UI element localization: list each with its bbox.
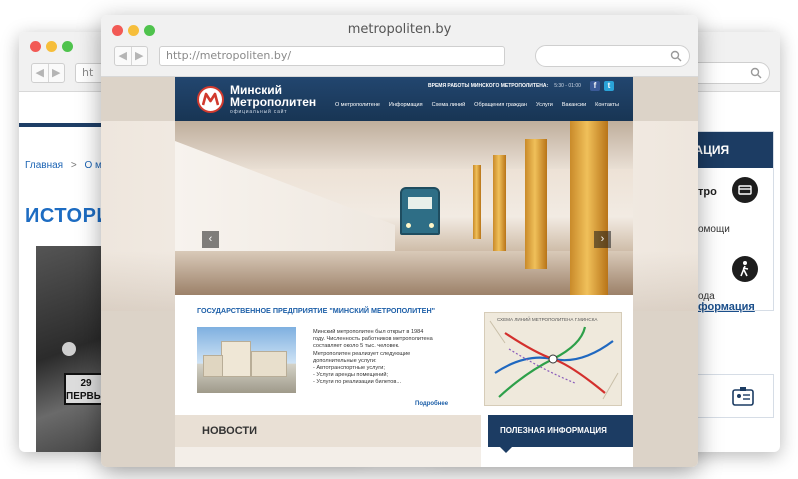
description-line: - Услуги по реализации билетов... xyxy=(313,379,402,386)
slider-next-button[interactable]: › xyxy=(594,231,611,248)
facebook-icon[interactable]: f xyxy=(590,81,600,91)
station-ceiling xyxy=(175,121,633,169)
description-line: - Услуги аренды помещений; xyxy=(313,372,389,379)
news-heading: НОВОСТИ xyxy=(202,425,258,437)
id-card-icon xyxy=(732,387,754,406)
site-header: Минский Метрополитен официальный сайт ВР… xyxy=(175,77,633,121)
metro-lines-map[interactable]: СХЕМА ЛИНИЙ МЕТРОПОЛИТЕНА Г.МИНСКА xyxy=(484,312,622,406)
nav-item-vacancies[interactable]: Вакансии xyxy=(562,102,586,108)
description-line: году. Численность работников метрополите… xyxy=(313,336,433,343)
heading-notch xyxy=(500,447,512,453)
metro-logo-icon[interactable] xyxy=(197,86,224,113)
front-browser-window: metropoliten.by ◀ ▶ http://metropoliten.… xyxy=(101,15,698,467)
metro-train xyxy=(400,187,440,235)
building-photo xyxy=(197,327,296,393)
news-strip xyxy=(175,447,481,467)
station-pillar xyxy=(570,121,608,295)
search-icon xyxy=(670,50,682,62)
info-text: тро xyxy=(698,186,717,198)
screenshot-stage: ◀ ▶ ht Главная > О мет ИСТОРИ 29 ПЕРВЫЙ xyxy=(0,0,798,479)
page-viewport: Минский Метрополитен официальный сайт ВР… xyxy=(101,77,698,467)
breadcrumb-separator: > xyxy=(70,160,77,171)
window-title: metropoliten.by xyxy=(347,22,452,37)
useful-info-block: ПОЛЕЗНАЯ ИНФОРМАЦИЯ xyxy=(488,415,633,467)
station-pillar xyxy=(493,155,506,251)
page-heading: ИСТОРИ xyxy=(25,205,112,227)
nav-item-services[interactable]: Услуги xyxy=(536,102,553,108)
pedestrian-icon[interactable] xyxy=(732,256,758,282)
nav-buttons: ◀ ▶ xyxy=(114,46,148,66)
brand-subtitle: официальный сайт xyxy=(230,109,288,115)
metro-site: Минский Метрополитен официальный сайт ВР… xyxy=(175,77,633,467)
read-more-link[interactable]: Подробнее xyxy=(415,401,448,407)
info-link[interactable]: формация xyxy=(698,301,755,313)
slider-prev-button[interactable]: ‹ xyxy=(202,231,219,248)
train-lamp xyxy=(62,342,76,356)
description-line: составляет около 5 тыс. человек. xyxy=(313,343,400,350)
train-headlight xyxy=(406,223,411,228)
news-block: НОВОСТИ xyxy=(175,415,481,467)
description-line: Минский метрополитен был открыт в 1984 xyxy=(313,329,424,335)
nav-item-about[interactable]: О метрополитене xyxy=(335,102,380,108)
description-line: дополнительные услуги: xyxy=(313,357,377,364)
forward-arrow-icon[interactable]: ▶ xyxy=(132,47,148,65)
section-title: ГОСУДАРСТВЕННОЕ ПРЕДПРИЯТИЕ "МИНСКИЙ МЕТ… xyxy=(197,306,436,315)
plate-number: 29 xyxy=(80,378,92,389)
info-text: омощи xyxy=(698,224,730,235)
main-content: ГОСУДАРСТВЕННОЕ ПРЕДПРИЯТИЕ "МИНСКИЙ МЕТ… xyxy=(175,295,633,467)
train-headlight xyxy=(429,223,434,228)
train-window xyxy=(408,197,432,209)
plate-label: ПЕРВЫЙ xyxy=(66,391,111,402)
station-floor xyxy=(175,251,633,295)
working-hours-value: 5:30 - 01:00 xyxy=(554,83,581,89)
section-description: Минский метрополитен был открыт в 1984 г… xyxy=(313,329,454,387)
back-arrow-icon[interactable]: ◀ xyxy=(32,64,49,82)
minimize-dot-icon[interactable] xyxy=(46,41,57,52)
nav-buttons: ◀ ▶ xyxy=(31,63,65,83)
building-block xyxy=(251,351,287,377)
search-icon xyxy=(750,67,762,79)
forward-arrow-icon[interactable]: ▶ xyxy=(49,64,65,82)
useful-info-heading: ПОЛЕЗНАЯ ИНФОРМАЦИЯ xyxy=(488,415,633,447)
building-block xyxy=(203,355,223,377)
description-line: Метрополитен реализует следующие xyxy=(313,350,411,357)
main-nav: О метрополитене Информация Схема линий О… xyxy=(335,102,619,108)
working-hours-label: ВРЕМЯ РАБОТЫ МИНСКОГО МЕТРОПОЛИТЕНА: xyxy=(428,83,549,89)
close-dot-icon[interactable] xyxy=(30,41,41,52)
card-icon[interactable] xyxy=(732,177,758,203)
nav-item-map[interactable]: Схема линий xyxy=(432,102,466,108)
station-pillar xyxy=(525,139,547,269)
breadcrumb: Главная > О мет xyxy=(25,160,112,171)
hero-slider: ‹ › xyxy=(175,121,633,295)
maximize-dot-icon[interactable] xyxy=(62,41,73,52)
station-pillar xyxy=(473,165,481,239)
nav-item-appeals[interactable]: Обращения граждан xyxy=(474,102,527,108)
building-block xyxy=(221,341,251,377)
brand-line-2: Метрополитен xyxy=(230,95,317,109)
search-field[interactable] xyxy=(535,45,690,67)
working-hours: ВРЕМЯ РАБОТЫ МИНСКОГО МЕТРОПОЛИТЕНА: 5:30… xyxy=(428,83,581,89)
browser-chrome: metropoliten.by ◀ ▶ http://metropoliten.… xyxy=(101,15,698,77)
breadcrumb-home-link[interactable]: Главная xyxy=(25,160,63,171)
address-bar[interactable]: http://metropoliten.by/ xyxy=(159,46,505,66)
nav-item-info[interactable]: Информация xyxy=(389,102,423,108)
nav-item-contacts[interactable]: Контакты xyxy=(595,102,619,108)
metro-map-graphic xyxy=(489,320,619,400)
twitter-icon[interactable]: t xyxy=(604,81,614,91)
back-arrow-icon[interactable]: ◀ xyxy=(115,47,132,65)
